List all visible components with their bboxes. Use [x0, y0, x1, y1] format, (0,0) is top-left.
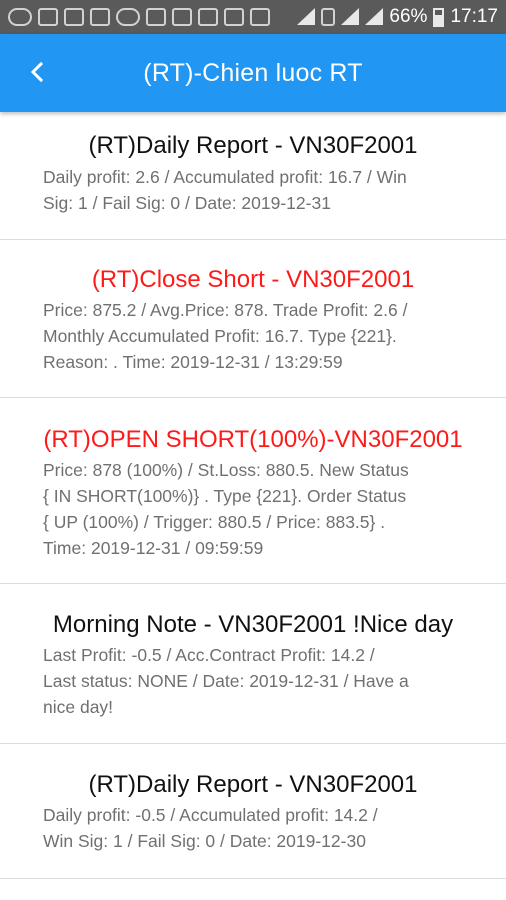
battery-icon: [433, 7, 445, 27]
image-icon: [64, 8, 84, 26]
item-line: Last status: NONE / Date: 2019-12-31 / H…: [43, 671, 409, 691]
item-line: Price: 875.2 / Avg.Price: 878. Trade Pro…: [43, 300, 408, 320]
list-item[interactable]: Morning Note - VN30F2001 !Nice day Last …: [0, 584, 506, 744]
item-line: Daily profit: 2.6 / Accumulated profit: …: [43, 167, 407, 187]
item-title: Morning Note - VN30F2001 !Nice day: [52, 611, 454, 638]
item-line: Sig: 1 / Fail Sig: 0 / Date: 2019-12-31: [43, 193, 331, 213]
phone-icon: [38, 8, 58, 26]
item-line: nice day!: [43, 697, 114, 717]
chat-icon: [8, 8, 32, 26]
item-title: (RT)Daily Report - VN30F2001: [88, 771, 418, 798]
item-line: Price: 878 (100%) / St.Loss: 880.5. New …: [43, 460, 409, 480]
item-title: (RT)Close Short - VN30F2001: [91, 266, 415, 293]
item-line: Reason: . Time: 2019-12-31 / 13:29:59: [43, 352, 343, 372]
item-title: (RT)OPEN SHORT(100%)-VN30F2001: [43, 426, 463, 453]
wifi-icon: [297, 8, 316, 26]
chevron-left-icon: [30, 61, 44, 83]
clock: 17:17: [450, 6, 498, 27]
item-body: Price: 875.2 / Avg.Price: 878. Trade Pro…: [0, 294, 506, 375]
page-title: (RT)-Chien luoc RT: [143, 58, 363, 87]
item-body: Price: 878 (100%) / St.Loss: 880.5. New …: [0, 454, 506, 561]
list-item[interactable]: (RT)Daily Report - VN30F2001 Daily profi…: [0, 744, 506, 879]
item-line: Last Profit: -0.5 / Acc.Contract Profit:…: [43, 645, 375, 665]
item-line: { IN SHORT(100%)} . Type {221}. Order St…: [43, 486, 407, 506]
item-line: Monthly Accumulated Profit: 16.7. Type {…: [43, 326, 397, 346]
message-icon: [250, 8, 270, 26]
status-bar: 66% 17:17: [0, 0, 506, 34]
back-button[interactable]: [18, 52, 58, 92]
message-icon: [172, 8, 192, 26]
mail-icon: [146, 8, 166, 26]
system-icons: 66% 17:17: [297, 6, 498, 28]
message-icon: [224, 8, 244, 26]
item-line: Time: 2019-12-31 / 09:59:59: [43, 538, 264, 558]
app-bar: (RT)-Chien luoc RT: [0, 34, 506, 112]
item-line: Win Sig: 1 / Fail Sig: 0 / Date: 2019-12…: [43, 831, 366, 851]
list-item[interactable]: (RT)Close Short - VN30F2001 Price: 875.2…: [0, 240, 506, 398]
item-title: (RT)Daily Report - VN30F2001: [88, 132, 418, 159]
signal-icon: [365, 8, 384, 26]
message-icon: [198, 8, 218, 26]
list-item[interactable]: (RT)Daily Report - VN30F2001 Daily profi…: [0, 112, 506, 240]
item-body: Daily profit: 2.6 / Accumulated profit: …: [0, 160, 506, 216]
notification-icons: [8, 8, 297, 26]
item-body: Last Profit: -0.5 / Acc.Contract Profit:…: [0, 639, 506, 720]
list-item[interactable]: (RT)OPEN SHORT(100%)-VN30F2001 Price: 87…: [0, 398, 506, 584]
item-line: { UP (100%) / Trigger: 880.5 / Price: 88…: [43, 512, 386, 532]
sim-icon: [321, 8, 336, 26]
battery-percentage: 66%: [389, 6, 428, 27]
signal-icon: [341, 8, 360, 26]
download-icon: [90, 8, 110, 26]
item-line: Daily profit: -0.5 / Accumulated profit:…: [43, 805, 378, 825]
item-body: Daily profit: -0.5 / Accumulated profit:…: [0, 799, 506, 854]
message-list[interactable]: (RT)Daily Report - VN30F2001 Daily profi…: [0, 112, 506, 900]
app-icon: [116, 8, 140, 26]
